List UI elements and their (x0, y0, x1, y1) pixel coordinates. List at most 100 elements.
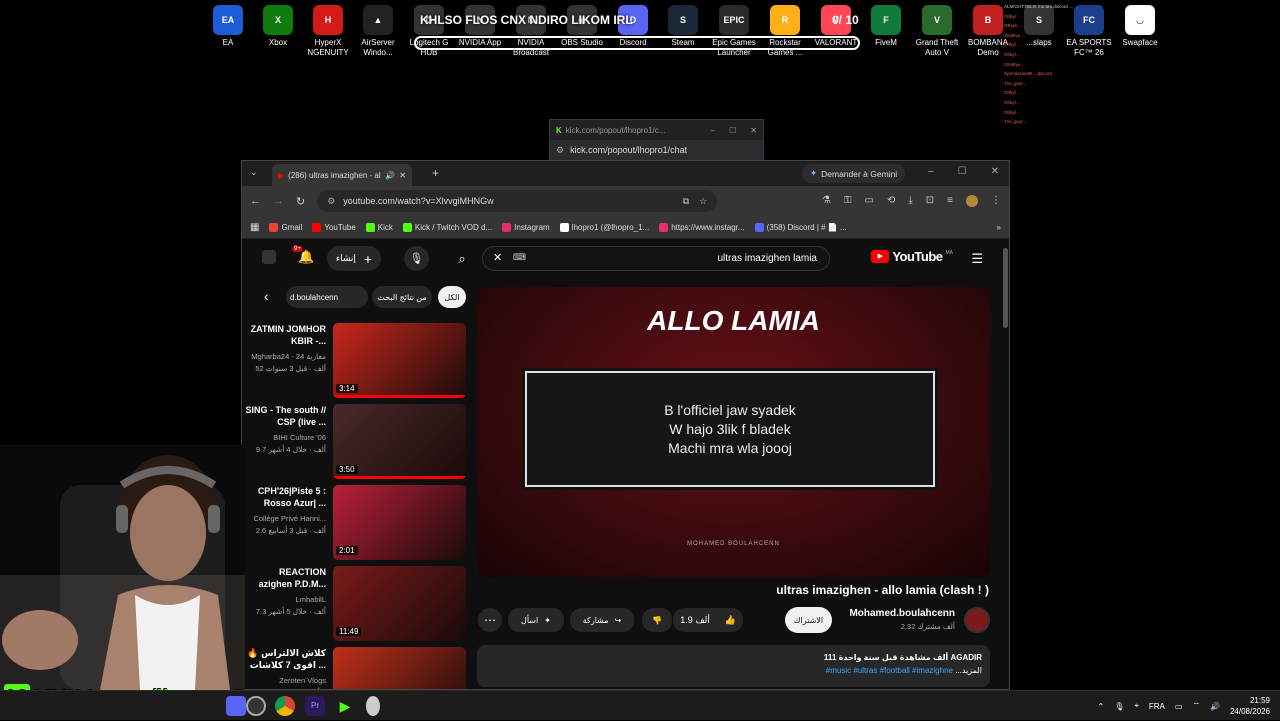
bookmark-item[interactable]: YouTube (312, 222, 356, 232)
related-video-title[interactable]: SING - The south // CSP (live ... (244, 404, 327, 428)
forward-icon[interactable]: → (273, 195, 284, 207)
share-button[interactable]: مشاركة ↪ (570, 608, 634, 632)
bookmark-item[interactable]: (358) Discord | # 📄 ... (754, 222, 847, 232)
kick-popout-window[interactable]: K kick.com/popout/lhopro1/c... – ☐ ✕ ⚙ k… (549, 119, 764, 161)
related-video-channel[interactable]: LmhabilL (244, 594, 326, 605)
chip-channel[interactable]: d.boulahcenn (286, 286, 368, 308)
play-taskbar-icon[interactable]: ▶ (335, 696, 355, 716)
history-icon[interactable]: ⟲ (887, 195, 895, 207)
related-video-title[interactable]: CPH'26|Piste 5 : Rosso Azur| ... (244, 485, 326, 509)
obs-taskbar-icon[interactable] (246, 696, 266, 716)
chips-prev-icon[interactable]: ‹ (264, 288, 269, 304)
menu-icon[interactable]: ☰ (971, 251, 983, 267)
screenshot-icon[interactable]: ⊡ (926, 195, 934, 207)
ask-button[interactable]: اسأل ✦ (508, 608, 564, 632)
card-icon[interactable]: ▭ (865, 195, 874, 207)
microphone-icon[interactable]: 🎙 (1114, 702, 1124, 711)
more-actions-button[interactable]: ⋯ (478, 608, 502, 632)
channel-avatar[interactable] (964, 607, 990, 633)
language-indicator[interactable]: FRA (1149, 702, 1165, 711)
desktop-icon[interactable]: ▲ AirServer Windo... (350, 5, 406, 58)
desktop-icon[interactable]: ◡ Swapface (1112, 5, 1168, 48)
audio-icon[interactable]: 🔊 (385, 171, 395, 180)
desktop-icon[interactable]: H HyperX NGENUITY (300, 5, 356, 58)
youtube-logo[interactable]: ▶ YouTube MA (871, 249, 953, 264)
maximize-icon[interactable]: ☐ (729, 126, 736, 135)
close-icon[interactable]: ✕ (750, 126, 757, 135)
subscribe-button[interactable]: الاشتراك (785, 607, 832, 633)
bookmark-item[interactable]: https://www.instagr... (659, 222, 745, 232)
related-video-channel[interactable]: Zeroten Vlogs (244, 675, 326, 686)
video-thumbnail[interactable]: 3:14 (333, 323, 466, 398)
video-thumbnail[interactable]: 2:01 (333, 485, 466, 560)
premiere-taskbar-icon[interactable]: Pr (305, 696, 325, 716)
related-video-channel[interactable]: Mgharba24 - 24 مغاربة (244, 351, 326, 362)
address-bar[interactable]: ⚙ youtube.com/watch?v=XlvvgiMHNGw ⧉ ☆ (317, 190, 718, 212)
desktop-icon[interactable]: F FiveM (858, 5, 914, 48)
new-tab-icon[interactable]: + (432, 166, 439, 180)
bookmark-item[interactable]: Gmail (269, 222, 302, 232)
desktop-icon[interactable]: EPIC Epic Games Launcher (706, 5, 762, 58)
volume-icon[interactable]: 🔊 (1210, 702, 1220, 711)
site-info-icon[interactable]: ⚙ (556, 145, 564, 156)
bookmarks-overflow-icon[interactable]: » (997, 223, 1001, 232)
description-tags[interactable]: #music #ultras #football #imazighne (826, 666, 953, 675)
related-video-title[interactable]: ZATMIN JOMHOR KBIR -... (244, 323, 326, 347)
video-thumbnail[interactable]: 11:49 (333, 566, 466, 641)
bookmark-star-icon[interactable]: ☆ (699, 196, 707, 207)
related-video-item[interactable]: 2:01 CPH'26|Piste 5 : Rosso Azur| ... Coll… (242, 485, 470, 561)
maximize-icon[interactable]: ☐ (958, 166, 967, 177)
close-icon[interactable]: ✕ (991, 166, 999, 177)
network-icon[interactable]: ⌔ (1192, 701, 1200, 711)
bookmark-item[interactable]: Instagram (502, 222, 550, 232)
apps-grid-icon[interactable]: ▦ (250, 222, 259, 233)
search-input[interactable]: ultras imazighen lamia ⌨ ✕ (482, 246, 830, 271)
profile-avatar[interactable] (966, 195, 978, 207)
menu-icon[interactable]: ⋮ (991, 195, 1001, 207)
related-video-channel[interactable]: Collège Privé Hanni... (244, 513, 326, 524)
description-more[interactable]: ...المزيد (955, 666, 982, 675)
related-video-item[interactable]: 3:14 ZATMIN JOMHOR KBIR -... Mgharba24 - 2… (242, 323, 470, 399)
gemini-button[interactable]: ✦ Demander à Gemini (802, 164, 906, 183)
site-info-icon[interactable]: ⚙ (327, 196, 335, 207)
discord-taskbar-icon[interactable] (226, 696, 246, 716)
chip-from-search[interactable]: من نتائج البحث (372, 286, 432, 308)
description-box[interactable]: 111 ألف مشاهدة قبل سنة واحدة AGADIR #mus… (477, 645, 990, 687)
channel-avatar[interactable] (262, 250, 276, 264)
clock[interactable]: 21:59 24/08/2026 (1230, 695, 1270, 717)
video-thumbnail[interactable] (333, 647, 466, 689)
location-icon[interactable]: ⌖ (1134, 701, 1139, 711)
back-icon[interactable]: ← (250, 195, 261, 207)
bookmark-item[interactable]: lhopro1 (@lhopro_1... (559, 222, 649, 232)
related-video-title[interactable]: REACTION azighen P.D.M... (244, 566, 326, 590)
like-button[interactable]: 1.9 ألف 👍 (673, 608, 743, 632)
chrome-taskbar-icon[interactable] (275, 696, 295, 716)
install-app-icon[interactable]: ⧉ (683, 196, 689, 207)
related-video-item[interactable]: كلاش الالتراس 🔥 اقوى 7 كلاشات ... Zeroten… (242, 647, 470, 689)
chip-all[interactable]: الكل (438, 286, 466, 308)
voice-search-button[interactable]: 🎙 (404, 246, 429, 271)
tab-close-icon[interactable]: ✕ (399, 171, 406, 180)
keyboard-icon[interactable]: ⌨ (513, 252, 526, 263)
display-icon[interactable]: ▭ (1175, 702, 1183, 711)
minimize-icon[interactable]: – (928, 166, 934, 177)
dislike-button[interactable]: 👎 (642, 608, 672, 632)
related-video-item[interactable]: 3:50 SING - The south // CSP (live ... BIH… (242, 404, 470, 480)
video-thumbnail[interactable]: 3:50 (333, 404, 466, 479)
bookmark-item[interactable]: Kick (365, 222, 393, 232)
bookmark-item[interactable]: Kick / Twitch VOD d... (402, 222, 492, 232)
clear-search-icon[interactable]: ✕ (493, 251, 502, 264)
tab-youtube[interactable]: ▶ (286) ultras imazighen - allo 🔊 ✕ (272, 164, 412, 186)
create-button[interactable]: إنشاء + (327, 246, 381, 271)
download-icon[interactable]: ⤓ (908, 195, 912, 207)
video-player[interactable]: ALLO LAMIA B l'officiel jaw syadek W haj… (477, 287, 990, 577)
tab-search-icon[interactable]: ⌄ (250, 167, 258, 178)
reload-icon[interactable]: ↻ (296, 195, 305, 208)
channel-name[interactable]: Mohamed.boulahcenn (849, 608, 955, 619)
related-video-title[interactable]: كلاش الالتراس 🔥 اقوى 7 كلاشات ... (244, 647, 326, 671)
desktop-icon[interactable]: R Rockstar Games ... (757, 5, 813, 58)
related-video-item[interactable]: 11:49 REACTION azighen P.D.M... LmhabilL 7.… (242, 566, 470, 642)
desktop-icon[interactable]: X Xbox (250, 5, 306, 48)
app-taskbar-icon[interactable] (366, 696, 380, 716)
extension-icon[interactable]: ⚗ (822, 195, 831, 207)
